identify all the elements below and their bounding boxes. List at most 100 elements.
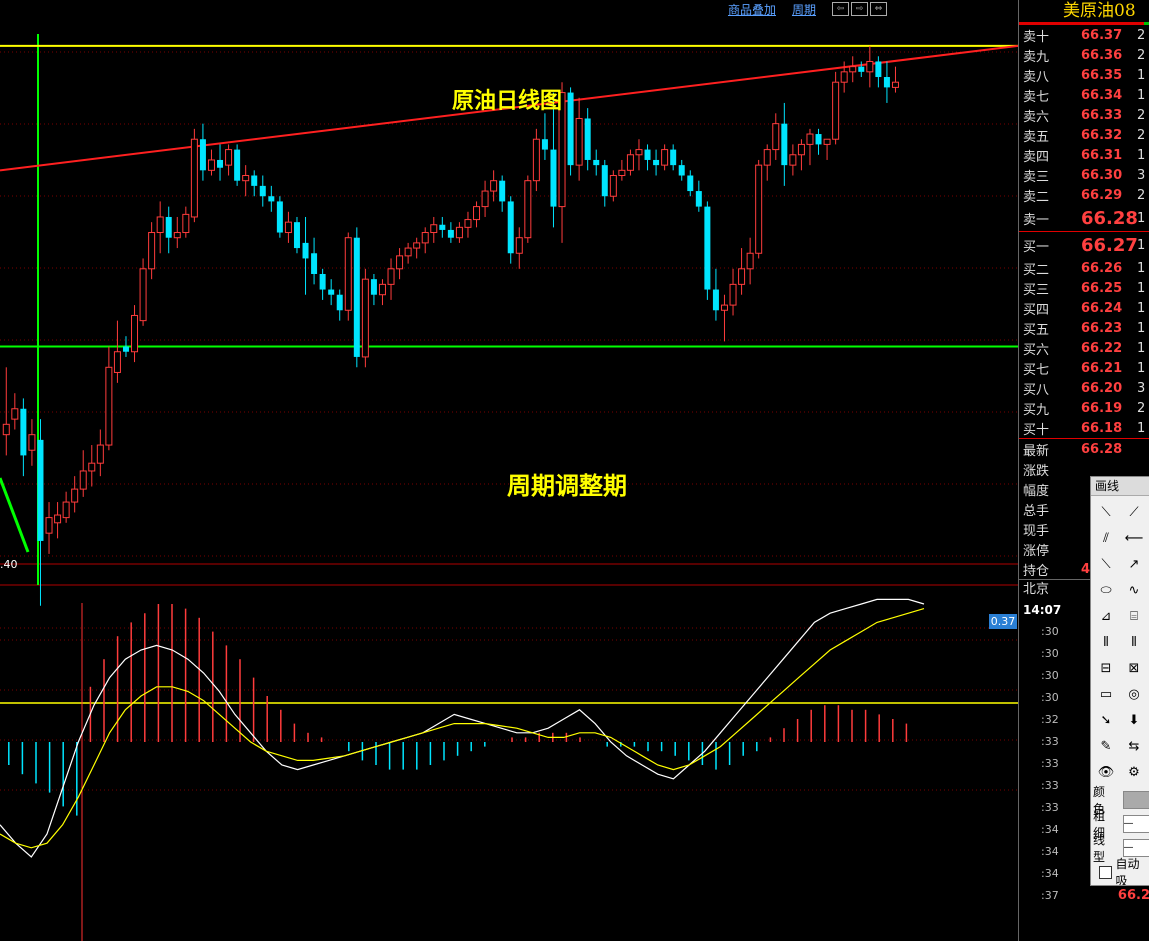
bid-row-vol: 1	[1137, 320, 1146, 336]
bid-row[interactable]: 买九 66.19 2	[1019, 398, 1149, 418]
draw-tool-icon[interactable]: ⟍	[1093, 499, 1119, 525]
candle-body	[96, 444, 104, 464]
bid-row[interactable]: 买七 66.21 1	[1019, 358, 1149, 378]
draw-tool-icon[interactable]: ✎	[1093, 733, 1119, 759]
draw-tool-icon[interactable]: ◎	[1121, 681, 1147, 707]
draw-tool-icon[interactable]: ⇆	[1121, 733, 1147, 759]
ask-row[interactable]: 卖十 66.37 2	[1019, 25, 1149, 45]
ask-row[interactable]: 卖八 66.35 1	[1019, 65, 1149, 85]
bid-row[interactable]: 买二 66.26 1	[1019, 258, 1149, 278]
candle-body	[378, 283, 386, 296]
draw-tool-icon[interactable]: ⫴	[1121, 629, 1147, 655]
candle-body	[473, 206, 481, 221]
bid-row-label: 买六	[1023, 342, 1050, 358]
draw-tool-icon[interactable]: ⫽	[1093, 525, 1119, 551]
candle-body	[644, 149, 651, 160]
candle-body	[225, 149, 233, 166]
ask-row-label: 卖四	[1023, 149, 1050, 165]
candle-body	[404, 247, 412, 257]
bid-row[interactable]: 买五 66.23 1	[1019, 318, 1149, 338]
info-label: 总手	[1023, 503, 1050, 519]
ask-row[interactable]: 卖二 66.29 2	[1019, 185, 1149, 205]
ask-row[interactable]: 卖三 66.30 3	[1019, 165, 1149, 185]
candle-body	[840, 71, 848, 83]
candle-body	[293, 222, 300, 249]
draw-tool-icon[interactable]: ⊟	[1093, 655, 1119, 681]
candle-body	[720, 304, 728, 311]
candle-body	[891, 81, 899, 88]
bid-row-price: 66.25	[1081, 280, 1123, 296]
bid-row[interactable]: 买十 66.18 1	[1019, 418, 1149, 438]
candle-body	[601, 165, 608, 197]
bid-row[interactable]: 买四 66.24 1	[1019, 298, 1149, 318]
draw-tool-icon[interactable]: ⚙	[1121, 759, 1147, 785]
ask-list: 卖十 66.37 2 卖九 66.36 2 卖八 66.35 1 卖七 66.34 1 卖六 66.33 2…	[1019, 25, 1149, 205]
candle-body	[421, 232, 429, 244]
candle-body	[413, 242, 421, 249]
bid-row-price: 66.22	[1081, 340, 1123, 356]
chart-area[interactable]: 商品叠加 周期 ⇦ ⇨ ⇔ 原油日线图 周期调整期 .40 0.37	[0, 0, 1018, 941]
candle-body	[729, 283, 737, 306]
tick-time: :30	[1041, 624, 1059, 638]
bid-row-label: 买五	[1023, 322, 1050, 338]
draw-tool-icon[interactable]: 👁	[1093, 759, 1119, 785]
draw-tool-icon[interactable]: ⟍	[1093, 551, 1119, 577]
draw-tool-icon[interactable]: ⟋	[1121, 499, 1147, 525]
draw-tool-icon[interactable]: ▭	[1093, 681, 1119, 707]
draw-tool-icon[interactable]: ⌸	[1121, 603, 1147, 629]
candle-body	[635, 149, 643, 156]
bid-row-label: 买七	[1023, 362, 1050, 378]
candle-body	[755, 164, 763, 254]
candle-body	[687, 175, 694, 192]
candle-body	[259, 185, 266, 197]
candle-body	[678, 165, 685, 176]
ask-row-label: 卖五	[1023, 129, 1050, 145]
bid-row[interactable]: 买三 66.25 1	[1019, 278, 1149, 298]
draw-tool-icon[interactable]: ⬇	[1121, 707, 1147, 733]
draw-tool-icon[interactable]: ➘	[1093, 707, 1119, 733]
best-bid-row[interactable]: 买一 66.27 1	[1019, 232, 1149, 258]
candle-body	[45, 517, 53, 534]
bid-row[interactable]: 买八 66.20 3	[1019, 378, 1149, 398]
candle-body	[618, 169, 626, 177]
draw-tool-icon[interactable]: ⊿	[1093, 603, 1119, 629]
candle-body	[190, 138, 198, 218]
candle-body	[858, 66, 865, 72]
ask-row[interactable]: 卖六 66.33 2	[1019, 105, 1149, 125]
overlay-button[interactable]: 商品叠加	[728, 1, 776, 18]
draw-tool-icon[interactable]: ∿	[1121, 577, 1147, 603]
color-swatch[interactable]	[1122, 791, 1149, 809]
candle-body	[284, 221, 292, 234]
bid-row-vol: 1	[1137, 280, 1146, 296]
nav-right-icon[interactable]: ⇨	[851, 2, 868, 16]
nav-expand-icon[interactable]: ⇔	[870, 2, 887, 16]
info-label: 最新	[1023, 443, 1050, 459]
best-ask-vol: 1	[1137, 210, 1146, 226]
ask-row[interactable]: 卖七 66.34 1	[1019, 85, 1149, 105]
ask-row[interactable]: 卖九 66.36 2	[1019, 45, 1149, 65]
chart-title: 原油日线图	[452, 88, 563, 114]
nav-left-icon[interactable]: ⇦	[832, 2, 849, 16]
draw-tool-icon[interactable]: ⦀	[1093, 629, 1119, 655]
candle-body	[71, 488, 79, 503]
ask-row[interactable]: 卖五 66.32 2	[1019, 125, 1149, 145]
auto-snap-checkbox[interactable]	[1099, 865, 1112, 879]
best-ask-row[interactable]: 卖一 66.28 1	[1019, 205, 1149, 231]
info-value: 66.28	[1081, 441, 1123, 457]
candle-body	[20, 408, 27, 456]
draw-tool-icon[interactable]: ⬭	[1093, 577, 1119, 603]
tick-time: :33	[1041, 756, 1059, 770]
bid-row-price: 66.18	[1081, 420, 1123, 436]
macd-value-badge: 0.37	[989, 614, 1017, 629]
ask-row-price: 66.37	[1081, 27, 1123, 43]
candle-body	[207, 159, 215, 171]
bid-row[interactable]: 买六 66.22 1	[1019, 338, 1149, 358]
width-select[interactable]: —	[1122, 815, 1149, 833]
tick-row: :37 66.2	[1019, 884, 1149, 906]
draw-tool-icon[interactable]: ⊠	[1121, 655, 1147, 681]
period-button[interactable]: 周期	[792, 1, 816, 18]
ask-row[interactable]: 卖四 66.31 1	[1019, 145, 1149, 165]
draw-tool-icon[interactable]: ⟵	[1121, 525, 1147, 551]
draw-tool-icon[interactable]: ↗	[1121, 551, 1147, 577]
candle-body	[430, 224, 438, 234]
